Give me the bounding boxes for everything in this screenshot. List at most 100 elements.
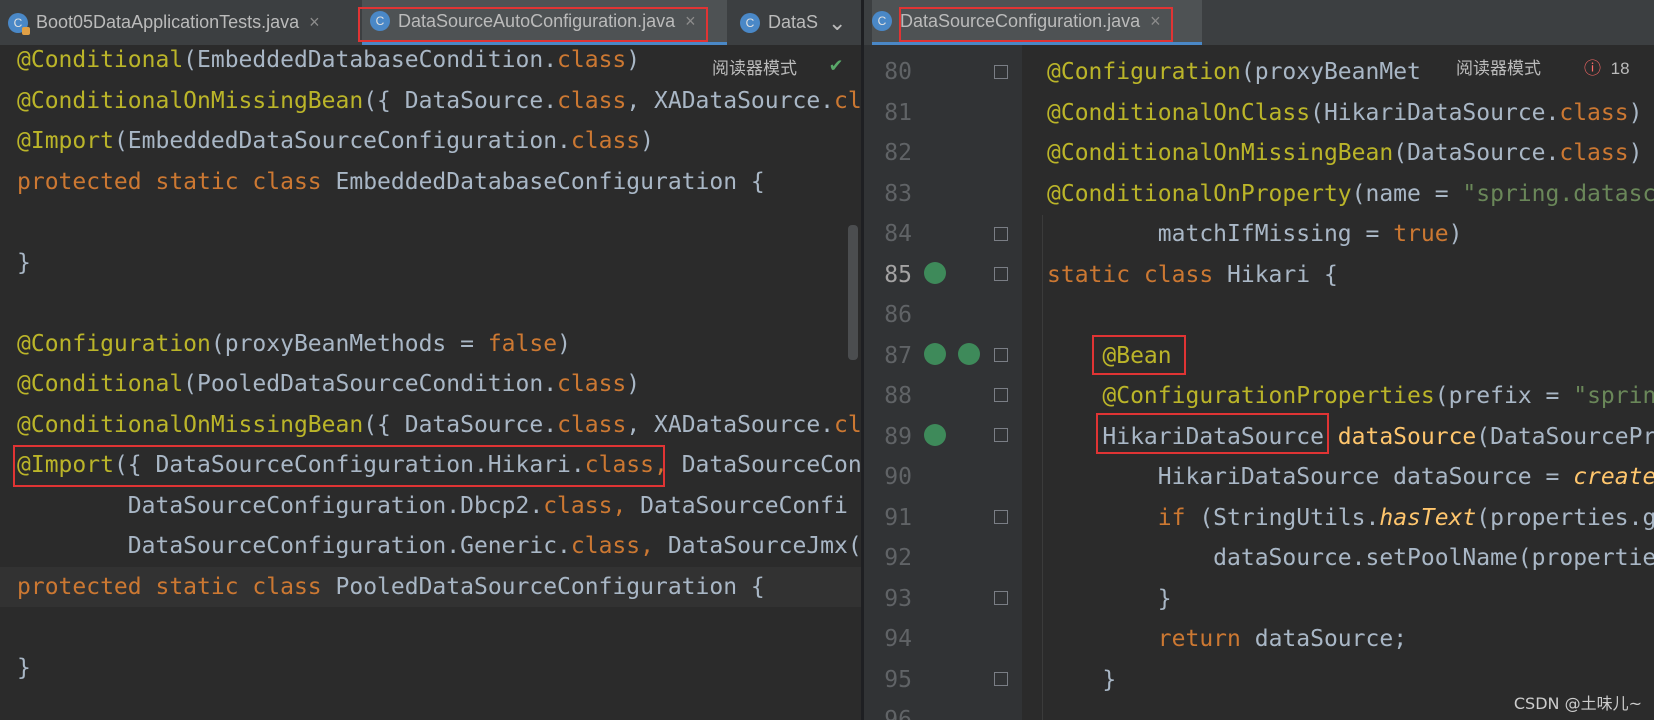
left-scrollbar[interactable] [848, 225, 858, 360]
code-line[interactable]: 90 HikariDataSource dataSource = create [864, 457, 1654, 498]
code-text: static class Hikari { [1047, 255, 1338, 296]
fold-marker-icon[interactable] [994, 227, 1008, 241]
code-line[interactable]: protected static class PooledDataSourceC… [0, 566, 861, 607]
code-token: hasText [1379, 504, 1477, 531]
tab-datasource-configuration[interactable]: C DataSourceConfiguration.java × [872, 0, 1202, 45]
code-line[interactable] [0, 283, 861, 324]
code-text: } [17, 648, 31, 689]
code-line[interactable]: 83 @ConditionalOnProperty(name = "spring.… [864, 174, 1654, 215]
bean-navigation-icon[interactable] [924, 262, 946, 284]
code-line[interactable]: 84 matchIfMissing = true) [864, 214, 1654, 255]
line-number: 95 [884, 666, 912, 693]
code-token: @ConditionalOnMissingBean [17, 411, 364, 438]
code-line[interactable]: 86 [864, 295, 1654, 336]
code-line[interactable]: 91 if (StringUtils.hasText(properties.g [864, 498, 1654, 539]
tab-label: DataS [768, 12, 819, 32]
fold-marker-icon[interactable] [994, 428, 1008, 442]
code-line[interactable]: 93 } [864, 579, 1654, 620]
error-indicator[interactable]: ⓘ 18 [1584, 54, 1630, 79]
close-tab-icon[interactable]: × [685, 11, 696, 32]
code-text: @Configuration(proxyBeanMet [1047, 52, 1421, 93]
fold-marker-icon[interactable] [994, 591, 1008, 605]
code-token: ({ DataSourceConfiguration.Hikari. [113, 452, 585, 478]
code-line[interactable]: 92 dataSource.setPoolName(propertie [864, 538, 1654, 579]
fold-marker-icon[interactable] [994, 348, 1008, 362]
fold-marker-icon[interactable] [994, 65, 1008, 79]
code-token: (EmbeddedDatabaseCondition. [183, 47, 558, 73]
code-token: create [1573, 464, 1654, 490]
code-token: class [557, 411, 627, 438]
code-text: DataSourceConfiguration.Dbcp2.class, Dat… [17, 486, 848, 527]
line-number: 89 [884, 423, 912, 450]
code-line[interactable]: 88 @ConfigurationProperties(prefix = "sp… [864, 376, 1654, 417]
tab-boot05-tests[interactable]: C Boot05DataApplicationTests.java × [8, 0, 358, 45]
code-line[interactable]: @Conditional(PooledDataSourceCondition.c… [0, 364, 861, 405]
fold-marker-icon[interactable] [994, 510, 1008, 524]
code-line[interactable]: DataSourceConfiguration.Dbcp2.class, Dat… [0, 486, 861, 527]
close-tab-icon[interactable]: × [309, 12, 320, 33]
tab-datas-truncated[interactable]: C DataS [740, 0, 820, 45]
code-token: class [543, 492, 613, 519]
code-token: ) [640, 128, 655, 154]
code-token: (prefix = [1434, 383, 1574, 409]
code-token: DataSourceConfiguration.Dbcp2. [17, 492, 544, 519]
code-token: dataSource.setPoolName(propertie [1047, 545, 1654, 571]
tab-label: DataSourceAutoConfiguration.java [398, 10, 676, 31]
code-token: } [1047, 585, 1172, 612]
tab-datasource-autoconfiguration[interactable]: C DataSourceAutoConfiguration.java × [362, 0, 727, 45]
code-line[interactable] [0, 202, 861, 243]
bean-check-icon[interactable] [958, 343, 980, 365]
bean-navigation-icon[interactable] [924, 424, 946, 446]
code-token: DataSourceConfiguration.Generic. [17, 533, 571, 559]
code-token: (EmbeddedDataSourceConfiguration. [113, 128, 571, 154]
code-token: } [17, 249, 31, 276]
class-icon: C [740, 12, 760, 33]
code-line[interactable]: @Configuration(proxyBeanMethods = false) [0, 324, 861, 365]
code-line[interactable]: @Import(EmbeddedDataSourceConfiguration.… [0, 121, 861, 162]
code-line[interactable]: 81 @ConditionalOnClass(HikariDataSource.c… [864, 93, 1654, 134]
code-line[interactable]: 89 HikariDataSource dataSource(DataSourc… [864, 417, 1654, 458]
code-token: ) [626, 371, 641, 397]
code-text: @ConditionalOnProperty(name = "spring.da… [1047, 174, 1654, 215]
test-class-icon: C [8, 12, 30, 35]
code-line[interactable]: @Import({ DataSourceConfiguration.Hikari… [0, 445, 861, 486]
code-line[interactable]: } [0, 243, 861, 284]
code-line[interactable]: DataSourceConfiguration.Generic.class, D… [0, 526, 861, 567]
code-text: @Conditional(PooledDataSourceCondition.c… [17, 364, 640, 405]
code-text: if (StringUtils.hasText(properties.g [1047, 498, 1654, 539]
code-token: DataSourceCon [667, 452, 861, 478]
code-line[interactable]: @ConditionalOnMissingBean({ DataSource.c… [0, 81, 861, 122]
reader-mode-button[interactable]: 阅读器模式 [706, 52, 803, 81]
code-text: @Bean [1047, 336, 1171, 377]
reader-mode-button[interactable]: 阅读器模式 [1450, 52, 1547, 81]
code-line[interactable]: 94 return dataSource; [864, 619, 1654, 660]
code-line[interactable]: 82 @ConditionalOnMissingBean(DataSource.c… [864, 133, 1654, 174]
close-tab-icon[interactable]: × [1150, 11, 1161, 32]
line-number: 84 [884, 221, 912, 247]
line-number: 87 [884, 342, 912, 369]
line-number: 82 [884, 140, 912, 166]
code-text: protected static class EmbeddedDatabaseC… [17, 162, 765, 203]
code-line[interactable]: @ConditionalOnMissingBean({ DataSource.c… [0, 405, 861, 446]
tabs-overflow-chevron-icon[interactable]: ⌄ [828, 0, 856, 45]
fold-marker-icon[interactable] [994, 672, 1008, 686]
check-icon: ✔ [830, 52, 843, 76]
bean-override-icon[interactable] [924, 343, 946, 365]
line-number: 92 [884, 545, 912, 571]
code-line[interactable]: 87 @Bean [864, 336, 1654, 377]
fold-marker-icon[interactable] [994, 388, 1008, 402]
code-line[interactable]: 85 static class Hikari { [864, 255, 1654, 296]
code-line[interactable] [0, 607, 861, 648]
code-token: , XADataSource. [626, 411, 835, 438]
fold-marker-icon[interactable] [994, 267, 1008, 281]
code-token: @ConditionalOnProperty [1047, 180, 1352, 207]
code-line[interactable]: } [0, 648, 861, 689]
code-line[interactable]: protected static class EmbeddedDatabaseC… [0, 162, 861, 203]
code-text: } [17, 243, 31, 284]
code-token: "spring.datasc [1462, 180, 1654, 207]
line-number: 91 [884, 504, 912, 531]
code-token: @Import [17, 452, 114, 478]
code-token: dataSource; [1254, 626, 1408, 652]
line-number: 80 [884, 59, 912, 85]
